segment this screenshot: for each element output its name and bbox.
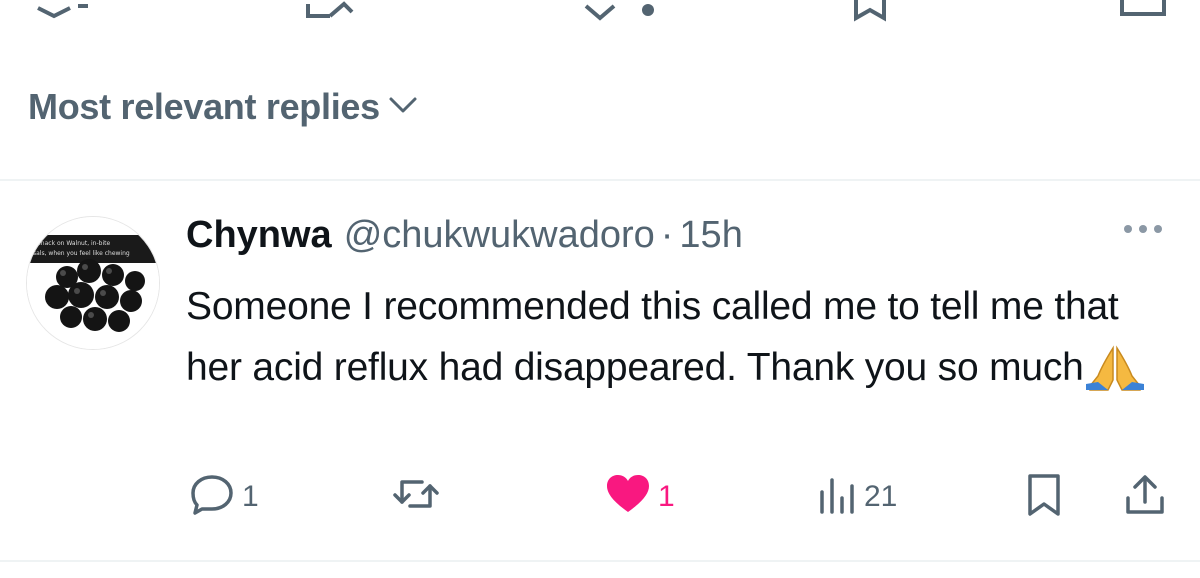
views-button[interactable]: 21: [816, 472, 897, 521]
comment-icon: [190, 472, 236, 521]
divider: [0, 179, 1200, 181]
like-count: 1: [658, 479, 675, 513]
share-button[interactable]: [1122, 472, 1168, 523]
avatar-caption-line-2: sals, when you feel like chewing: [33, 250, 130, 257]
like-icon[interactable]: [580, 0, 670, 27]
replies-sort-dropdown[interactable]: Most relevant replies: [28, 86, 418, 128]
repost-icon[interactable]: [300, 0, 360, 27]
folded-hands-emoji-icon: [1085, 344, 1144, 410]
divider: [0, 560, 1200, 562]
reply-icon[interactable]: [34, 0, 94, 27]
like-button[interactable]: 1: [604, 472, 675, 521]
main-post-action-bar: [0, 0, 1200, 22]
share-icon[interactable]: [1114, 0, 1174, 27]
reply-header: Chynwa @chukwukwadoro · 15h: [186, 214, 743, 257]
analytics-bars-icon: [816, 472, 858, 521]
display-name[interactable]: Chynwa: [186, 214, 332, 257]
reply-count: 1: [242, 479, 259, 513]
repost-button[interactable]: [392, 472, 446, 521]
bookmark-button[interactable]: [1024, 472, 1064, 523]
avatar[interactable]: Snack on Walnut, in-bite sals, when you …: [26, 216, 160, 350]
reply-text: Someone I recommended this called me to …: [186, 285, 1119, 389]
views-count: 21: [864, 479, 898, 513]
sort-label: Most relevant replies: [28, 86, 380, 127]
bookmark-icon: [1024, 472, 1064, 523]
timestamp[interactable]: 15h: [679, 214, 742, 257]
heart-filled-icon: [604, 472, 652, 521]
reply-button[interactable]: 1: [190, 472, 259, 521]
avatar-caption-line-1: Snack on Walnut, in-bite: [37, 240, 110, 247]
repost-icon: [392, 472, 440, 521]
share-icon: [1122, 472, 1168, 523]
bookmark-icon[interactable]: [848, 0, 898, 27]
user-handle[interactable]: @chukwukwadoro: [344, 214, 655, 257]
reply-text-container: Someone I recommended this called me to …: [186, 276, 1176, 410]
more-options-icon[interactable]: [1122, 222, 1164, 241]
separator-dot: ·: [660, 214, 674, 256]
chevron-down-icon: [388, 95, 418, 120]
tweet-replies-view: Most relevant replies Snack on Walnut, i…: [0, 0, 1200, 578]
